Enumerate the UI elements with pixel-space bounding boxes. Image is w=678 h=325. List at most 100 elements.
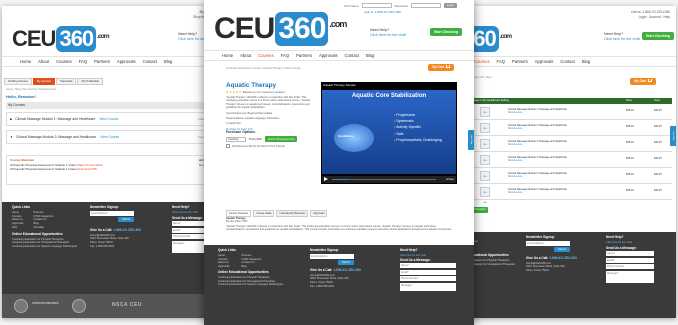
video-player[interactable]: Aquatic Therapy Sample Aquatic Core Stab… — [321, 82, 457, 184]
tab-my-profile[interactable]: My Profile/Help — [77, 78, 104, 85]
username-input[interactable] — [361, 3, 392, 8]
remove-item-link[interactable]: Remove item — [508, 111, 523, 114]
nav-blog[interactable]: Blog — [582, 59, 590, 64]
footer-link[interactable]: FAQ — [12, 226, 24, 230]
tab-my-courses[interactable]: My Courses — [32, 78, 55, 85]
nav-blog[interactable]: Blog — [366, 53, 374, 58]
tab-approvals[interactable]: Approvals — [310, 210, 328, 217]
nav-approvals[interactable]: Approvals — [319, 53, 338, 58]
nav-about[interactable]: About — [240, 53, 251, 58]
nav-home[interactable]: Home — [222, 53, 233, 58]
contact-form: Need Help? Click here for live chat! Sen… — [606, 235, 654, 283]
top-link[interactable]: Login · Account · Help — [631, 15, 670, 20]
top-links: Call us: 1-866-XX-CEU-360 Login · Accoun… — [631, 10, 670, 20]
live-chat-tab[interactable]: Live Chat — [468, 130, 474, 150]
live-chat-tab[interactable]: Live Chat — [670, 126, 676, 146]
watch-link[interactable]: Watch Presentation — [77, 163, 103, 167]
item-total: $35.00 — [654, 125, 662, 128]
phone-field[interactable]: Phone Number — [400, 276, 456, 282]
nav-contact[interactable]: Contact — [143, 59, 157, 64]
my-cart-button[interactable]: My Cart — [630, 78, 656, 85]
nav-approvals[interactable]: Approvals — [117, 59, 136, 64]
nav-partners[interactable]: Partners — [296, 53, 312, 58]
item-price: $35.00 — [626, 173, 634, 176]
view-course-link[interactable]: View Course — [100, 135, 119, 139]
start-checking-button[interactable]: Start Checking — [430, 28, 462, 36]
password-input[interactable] — [410, 3, 441, 8]
add-to-cart-button[interactable]: Add to Shopping Cart — [264, 136, 298, 142]
tab-course-goals[interactable]: Course Goals — [253, 210, 275, 217]
remove-item-link[interactable]: Remove item — [508, 143, 523, 146]
expand-triangle-icon[interactable]: ▶ — [10, 117, 12, 121]
course-row[interactable]: ▼ Clinical Massage Module 2: Massage and… — [6, 130, 220, 144]
phone-field[interactable]: Phone Number — [606, 264, 654, 270]
video-title: Aquatic Therapy Sample — [323, 83, 356, 87]
nav-contact[interactable]: Contact — [345, 53, 359, 58]
nav-home[interactable]: Home — [20, 59, 31, 64]
name-field[interactable]: Name* — [400, 263, 456, 269]
message-field[interactable]: Message* — [606, 270, 654, 283]
gift-checkbox-row[interactable]: Purchase this title for the Rest of Your… — [226, 144, 285, 148]
message-field[interactable]: Message* — [400, 282, 456, 291]
my-cart-button[interactable]: My Cart — [428, 64, 454, 71]
footer-link[interactable]: Site Map — [34, 226, 54, 230]
nav-partners[interactable]: Partners — [512, 59, 528, 64]
footer-link[interactable]: Continuing Education for Speech Language… — [12, 245, 77, 249]
nav-faq[interactable]: FAQ — [281, 53, 289, 58]
vimeo-logo[interactable]: vimeo — [446, 177, 454, 181]
cart-row: 1CEU 360Clinical Massage Module 1: Massa… — [458, 105, 672, 124]
nav-about[interactable]: About — [38, 59, 49, 64]
footer-link[interactable]: Continuing Education for Speech Language… — [218, 283, 283, 287]
nav-faq[interactable]: FAQ — [497, 59, 505, 64]
remove-item-link[interactable]: Remove item — [508, 191, 523, 194]
view-course-link[interactable]: View Course — [99, 117, 118, 121]
remove-item-link[interactable]: Remove item — [508, 127, 523, 130]
nav-blog[interactable]: Blog — [164, 59, 172, 64]
course-row[interactable]: ▶ Clinical Massage Module 1: Massage and… — [6, 112, 220, 126]
tab-course-overview[interactable]: Course Overview — [226, 210, 252, 217]
cart-row: 1CEU 360Clinical Massage Module 4: Massa… — [458, 153, 672, 172]
purchase-option-select[interactable]: Continue — [226, 136, 246, 142]
gift-checkbox[interactable] — [226, 144, 230, 148]
brand-logo[interactable]: CEU 360 .com — [12, 26, 110, 52]
name-field[interactable]: Name* — [606, 251, 654, 257]
course-thumbnail: CEU 360 — [480, 123, 490, 140]
login-button[interactable]: Login — [443, 3, 458, 8]
nav-contact[interactable]: Contact — [560, 59, 574, 64]
tab-transcripts[interactable]: Transcripts — [55, 78, 77, 85]
video-slide: Aquatic Core Stabilization Guidelines Pr… — [322, 90, 456, 174]
footer-link[interactable]: Blog — [242, 265, 262, 269]
showcase-stage: CEU360.com My Members Shop for Courses N… — [0, 0, 678, 325]
tab-instructional-objectives[interactable]: Instructional Objectives — [276, 210, 309, 217]
guidelines-label: Guidelines — [338, 134, 354, 138]
brand-logo[interactable]: CEU 360 .com — [214, 12, 347, 46]
video-progress[interactable] — [332, 179, 436, 180]
newsletter-email-input[interactable]: Email Address — [90, 210, 134, 216]
newsletter-submit-button[interactable]: Submit — [338, 259, 355, 265]
play-icon[interactable] — [324, 177, 328, 181]
nav-courses[interactable]: Courses — [56, 59, 72, 64]
newsletter-submit-button[interactable]: Submit — [554, 246, 571, 252]
footer-link[interactable]: Approvals — [218, 265, 230, 269]
live-chat-link[interactable]: Click here for live chat! — [370, 33, 406, 38]
email-field[interactable]: Email* — [606, 257, 654, 263]
collapse-triangle-icon[interactable]: ▼ — [10, 135, 13, 139]
newsletter-email-input[interactable]: Email Address — [310, 253, 354, 259]
download-link[interactable]: Download PDF — [77, 167, 97, 171]
remove-item-link[interactable]: Remove item — [508, 159, 523, 162]
nav-approvals[interactable]: Approvals — [535, 59, 554, 64]
newsletter-email-input[interactable]: Email Address — [526, 240, 570, 246]
email-field[interactable]: Email* — [400, 269, 456, 275]
remove-item-link[interactable]: Remove item — [508, 175, 523, 178]
newsletter-submit-button[interactable]: Submit — [118, 216, 135, 222]
tab-pending-courses[interactable]: Pending Courses — [4, 78, 32, 85]
nav-partners[interactable]: Partners — [94, 59, 110, 64]
site-footer: Quick Links Home Courses About Us Approv… — [204, 245, 474, 325]
nav-courses[interactable]: Courses — [474, 59, 490, 64]
nav-courses[interactable]: Courses — [258, 53, 274, 58]
item-total: $35.00 — [654, 189, 662, 192]
nav-faq[interactable]: FAQ — [79, 59, 87, 64]
live-chat-link[interactable]: Click here for live chat! — [604, 37, 640, 42]
call-link[interactable]: Call us: 1-866-XX-CEU-360 — [364, 10, 401, 14]
start-checking-button[interactable]: Start Checking — [642, 32, 674, 40]
